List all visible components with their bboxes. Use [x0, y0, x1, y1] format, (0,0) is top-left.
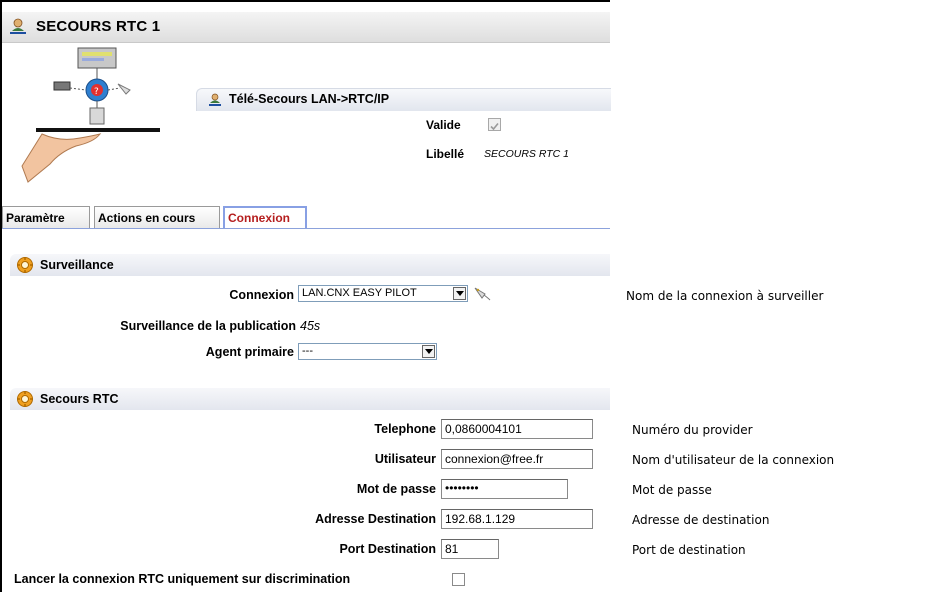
connexion-select[interactable]: LAN.CNX EASY PILOT	[298, 285, 468, 302]
gear-icon	[17, 391, 33, 407]
publication-label: Surveillance de la publication	[120, 319, 296, 333]
tab-divider	[2, 228, 610, 229]
port-description: Port de destination	[632, 543, 746, 557]
discrimination-checkbox[interactable]	[452, 573, 465, 586]
tab-parametre[interactable]: Paramètre	[2, 206, 90, 228]
section-surveillance: Surveillance	[10, 254, 610, 276]
section-secours-rtc: Secours RTC	[10, 388, 610, 410]
libelle-label: Libellé	[426, 147, 465, 161]
service-header: Télé-Secours LAN->RTC/IP	[196, 88, 611, 111]
connexion-label: Connexion	[229, 288, 294, 302]
valide-checkbox[interactable]	[488, 118, 501, 131]
cable-plug-icon[interactable]	[472, 284, 492, 302]
discrimination-label: Lancer la connexion RTC uniquement sur d…	[14, 572, 351, 586]
telephone-label: Telephone	[374, 422, 436, 436]
adresse-description: Adresse de destination	[632, 513, 770, 527]
tab-actions-en-cours[interactable]: Actions en cours	[94, 206, 220, 228]
section-title: Surveillance	[40, 258, 114, 272]
window-border-left	[0, 0, 2, 592]
port-input[interactable]: 81	[441, 539, 499, 559]
password-input[interactable]: ••••••••	[441, 479, 568, 499]
gear-icon	[17, 257, 33, 273]
agent-label: Agent primaire	[205, 345, 294, 359]
valide-label: Valide	[426, 118, 461, 132]
motdepasse-label: Mot de passe	[356, 482, 436, 496]
publication-value: 45s	[300, 319, 321, 333]
chevron-down-icon	[453, 287, 466, 300]
utilisateur-description: Nom d'utilisateur de la connexion	[632, 453, 835, 467]
network-user-icon	[209, 93, 221, 106]
agent-value: ---	[302, 345, 313, 357]
port-label: Port Destination	[339, 542, 436, 556]
window-title: SECOURS RTC 1	[36, 18, 161, 35]
motdepasse-description: Mot de passe	[632, 483, 712, 497]
network-hand-illustration: ?	[21, 47, 160, 183]
telephone-input[interactable]: 0,0860004101	[441, 419, 593, 439]
adresse-input[interactable]: 192.68.1.129	[441, 509, 593, 529]
chevron-down-icon	[422, 345, 435, 358]
window-border-top	[0, 0, 610, 2]
libelle-value: SECOURS RTC 1	[484, 148, 569, 160]
service-label: Télé-Secours LAN->RTC/IP	[229, 92, 390, 106]
section-title: Secours RTC	[40, 392, 119, 406]
network-user-icon	[10, 18, 26, 34]
agent-select[interactable]: ---	[298, 343, 437, 360]
title-bar: SECOURS RTC 1	[2, 12, 610, 43]
telephone-description: Numéro du provider	[632, 423, 753, 437]
utilisateur-label: Utilisateur	[374, 452, 436, 466]
utilisateur-input[interactable]: connexion@free.fr	[441, 449, 593, 469]
checkmark-icon	[490, 122, 499, 131]
connexion-description: Nom de la connexion à surveiller	[626, 289, 824, 303]
connexion-value: LAN.CNX EASY PILOT	[302, 287, 417, 299]
tab-connexion[interactable]: Connexion	[223, 206, 307, 228]
svg-text:?: ?	[94, 87, 99, 97]
adresse-label: Adresse Destination	[315, 512, 436, 526]
